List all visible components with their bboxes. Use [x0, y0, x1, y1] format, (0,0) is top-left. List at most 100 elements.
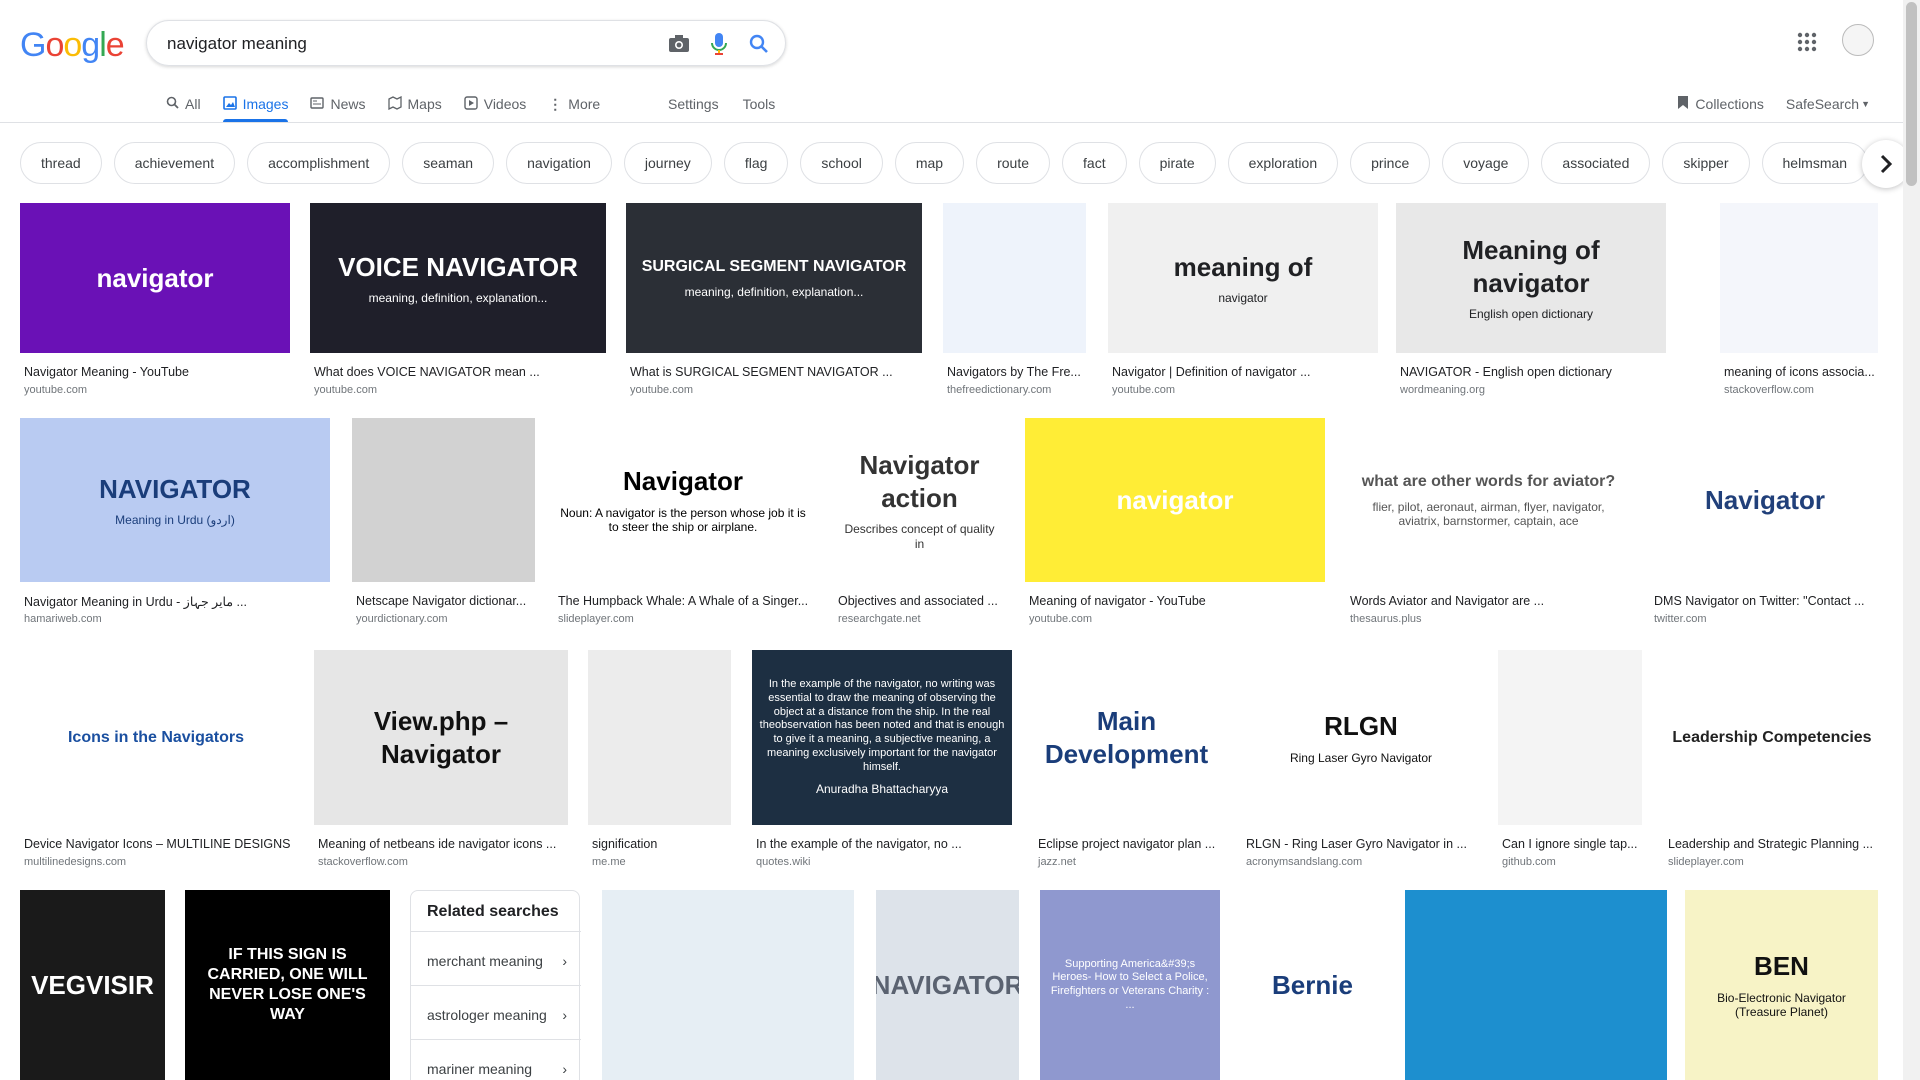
chip[interactable]: flag — [723, 142, 789, 184]
related-item[interactable]: merchant meaning › — [427, 953, 567, 969]
chip[interactable]: helmsman — [1761, 142, 1869, 184]
chip[interactable]: associated — [1541, 142, 1651, 184]
result-title[interactable]: meaning of icons associa... — [1724, 365, 1878, 379]
image-thumbnail[interactable]: SURGICAL SEGMENT NAVIGATOR meaning, defin… — [626, 203, 922, 353]
image-thumbnail[interactable] — [602, 890, 854, 1080]
tab-all[interactable]: All — [166, 86, 201, 122]
chip[interactable]: thread — [20, 142, 102, 184]
result-title[interactable]: RLGN - Ring Laser Gyro Navigator in ... — [1246, 837, 1480, 851]
thumbnail-text: what are other words for aviator? — [1361, 472, 1616, 490]
chip[interactable]: seaman — [402, 142, 495, 184]
microphone-icon[interactable] — [707, 32, 731, 56]
image-thumbnail[interactable]: RLGN Ring Laser Gyro Navigator — [1242, 650, 1480, 825]
result-title[interactable]: The Humpback Whale: A Whale of a Singer.… — [558, 594, 812, 608]
image-thumbnail[interactable] — [943, 203, 1086, 353]
image-thumbnail[interactable]: VEGVISIR — [20, 890, 165, 1080]
image-thumbnail[interactable]: Leadership Competencies — [1664, 650, 1880, 825]
scrollbar-thumb[interactable] — [1906, 2, 1917, 186]
search-icon[interactable] — [747, 32, 771, 56]
image-thumbnail[interactable]: Meaning of navigator English open diction… — [1396, 203, 1666, 353]
result-title[interactable]: In the example of the navigator, no ... — [756, 837, 1012, 851]
search-box[interactable] — [146, 20, 786, 66]
image-thumbnail[interactable]: Main Development — [1034, 650, 1219, 825]
image-thumbnail[interactable] — [588, 650, 731, 825]
result-title[interactable]: What is SURGICAL SEGMENT NAVIGATOR ... — [630, 365, 922, 379]
tab-videos[interactable]: Videos — [464, 86, 526, 122]
tab-images[interactable]: Images — [222, 86, 288, 122]
result-title[interactable]: Navigator Meaning in Urdu - مایر جہاز ..… — [24, 594, 330, 609]
chip[interactable]: achievement — [113, 142, 236, 184]
image-thumbnail[interactable]: meaning of navigator — [1108, 203, 1378, 353]
result-title[interactable]: Can I ignore single tap... — [1502, 837, 1642, 851]
result-title[interactable]: Netscape Navigator dictionar... — [356, 594, 535, 608]
chip[interactable]: exploration — [1227, 142, 1339, 184]
result-title[interactable]: NAVIGATOR - English open dictionary — [1400, 365, 1666, 379]
camera-icon[interactable] — [667, 32, 691, 56]
result-title[interactable]: signification — [592, 837, 731, 851]
image-thumbnail[interactable]: Icons in the Navigators — [20, 650, 292, 825]
related-item[interactable]: mariner meaning › — [427, 1061, 567, 1077]
apps-grid-icon[interactable] — [1795, 30, 1819, 54]
tab-maps[interactable]: Maps — [387, 86, 442, 122]
chip[interactable]: voyage — [1442, 142, 1530, 184]
image-thumbnail[interactable]: BEN Bio-Electronic Navigator (Treasure Pl… — [1685, 890, 1878, 1080]
image-thumbnail[interactable] — [1498, 650, 1642, 825]
chip[interactable]: prince — [1350, 142, 1431, 184]
thumbnail-text: Supporting America&#39;s Heroes- How to … — [1050, 957, 1210, 1011]
scrollbar[interactable] — [1903, 0, 1920, 1080]
chip[interactable]: school — [800, 142, 883, 184]
image-thumbnail[interactable]: Navigator Noun: A navigator is the person… — [554, 418, 812, 582]
image-thumbnail[interactable]: Navigator action Describes concept of qua… — [834, 418, 1005, 582]
image-thumbnail[interactable]: VOICE NAVIGATOR meaning, definition, expl… — [310, 203, 606, 353]
divider — [411, 1039, 581, 1040]
image-thumbnail[interactable]: View.php – Navigator — [314, 650, 568, 825]
image-thumbnail[interactable]: NAVIGATOR — [876, 890, 1019, 1080]
image-thumbnail[interactable]: navigator — [1025, 418, 1325, 582]
chip[interactable]: map — [894, 142, 965, 184]
image-thumbnail[interactable]: Bernie — [1240, 890, 1385, 1080]
settings-link[interactable]: Settings — [668, 86, 719, 122]
chip[interactable]: fact — [1062, 142, 1127, 184]
result-title[interactable]: Meaning of netbeans ide navigator icons … — [318, 837, 568, 851]
chip[interactable]: journey — [623, 142, 712, 184]
result-source: researchgate.net — [838, 613, 921, 625]
result-title[interactable]: Meaning of navigator - YouTube — [1029, 594, 1325, 608]
thumbnail-text: NAVIGATOR — [99, 473, 251, 504]
avatar[interactable] — [1842, 24, 1874, 56]
image-thumbnail[interactable]: NAVIGATOR Meaning in Urdu (اردو) — [20, 418, 330, 582]
result-title[interactable]: Navigator Meaning - YouTube — [24, 365, 290, 379]
result-title[interactable]: Objectives and associated ... — [838, 594, 1005, 608]
result-title[interactable]: What does VOICE NAVIGATOR mean ... — [314, 365, 606, 379]
image-thumbnail[interactable]: Navigator — [1650, 418, 1880, 582]
chip[interactable]: pirate — [1138, 142, 1216, 184]
image-thumbnail[interactable]: what are other words for aviator? flier, … — [1346, 418, 1631, 582]
image-thumbnail[interactable]: IF THIS SIGN IS CARRIED, ONE WILL NEVER … — [185, 890, 390, 1080]
tools-link[interactable]: Tools — [743, 86, 776, 122]
tab-news[interactable]: News — [310, 86, 366, 122]
result-title[interactable]: Navigators by The Fre... — [947, 365, 1086, 379]
chip[interactable]: navigation — [506, 142, 612, 184]
result-title[interactable]: Eclipse project navigator plan ... — [1038, 837, 1219, 851]
chip[interactable]: accomplishment — [247, 142, 391, 184]
result-source: stackoverflow.com — [1724, 384, 1814, 396]
result-source: youtube.com — [24, 384, 87, 396]
result-title[interactable]: Leadership and Strategic Planning ... — [1668, 837, 1880, 851]
collections-button[interactable]: Collections — [1677, 95, 1764, 113]
image-thumbnail[interactable] — [352, 418, 535, 582]
image-thumbnail[interactable] — [1405, 890, 1667, 1080]
safesearch-button[interactable]: SafeSearch ▼ — [1786, 96, 1870, 112]
image-thumbnail[interactable]: navigator — [20, 203, 290, 353]
image-thumbnail[interactable] — [1720, 203, 1878, 353]
related-item[interactable]: astrologer meaning › — [427, 1007, 567, 1023]
result-title[interactable]: DMS Navigator on Twitter: "Contact ... — [1654, 594, 1880, 608]
chip[interactable]: route — [976, 142, 1051, 184]
image-thumbnail[interactable]: Supporting America&#39;s Heroes- How to … — [1040, 890, 1220, 1080]
chip[interactable]: skipper — [1662, 142, 1750, 184]
result-title[interactable]: Device Navigator Icons – MULTILINE DESIG… — [24, 837, 292, 851]
tab-more[interactable]: ⋮ More — [548, 86, 600, 122]
result-title[interactable]: Navigator | Definition of navigator ... — [1112, 365, 1378, 379]
google-logo[interactable]: Google — [20, 26, 125, 65]
search-input[interactable] — [167, 33, 647, 55]
image-thumbnail[interactable]: In the example of the navigator, no writ… — [752, 650, 1012, 825]
result-title[interactable]: Words Aviator and Navigator are ... — [1350, 594, 1631, 608]
